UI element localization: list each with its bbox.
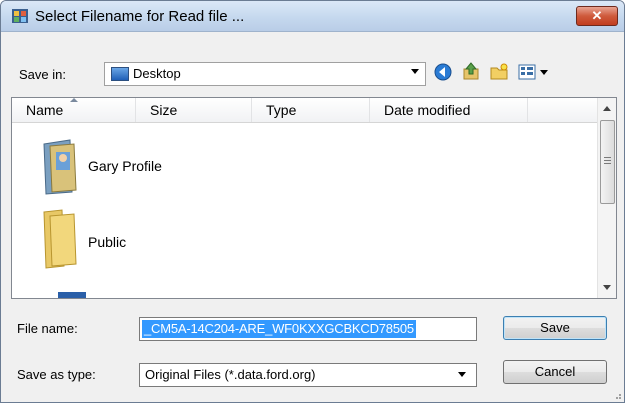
- title-bar[interactable]: Select Filename for Read file ... ✕: [1, 1, 624, 32]
- list-item-label: Gary Profile: [88, 158, 162, 174]
- resize-grip-icon[interactable]: [612, 390, 622, 400]
- column-type-label: Type: [266, 102, 297, 118]
- scroll-up-icon[interactable]: [603, 106, 611, 111]
- scroll-down-icon[interactable]: [603, 285, 611, 290]
- column-header: Name Size Type Date modified: [12, 98, 597, 123]
- save-as-type-dropdown[interactable]: Original Files (*.data.ford.org): [139, 363, 477, 387]
- column-type[interactable]: Type: [252, 98, 370, 122]
- column-size-label: Size: [150, 102, 178, 118]
- chevron-down-icon: [411, 69, 419, 74]
- desktop-icon: [111, 67, 129, 81]
- grip-line: [604, 160, 611, 161]
- grip-line: [604, 163, 611, 164]
- close-button[interactable]: ✕: [576, 6, 618, 26]
- column-date-modified-label: Date modified: [384, 102, 471, 118]
- dialog-window: Select Filename for Read file ... ✕ Save…: [0, 0, 625, 403]
- file-name-value: _CM5A-14C204-ARE_WF0KXXGCBKCD78505: [142, 320, 416, 338]
- column-size[interactable]: Size: [136, 98, 252, 122]
- save-button[interactable]: Save: [503, 316, 607, 340]
- sort-ascending-icon: [70, 98, 78, 102]
- save-in-label: Save in:: [19, 67, 66, 82]
- column-name-label: Name: [26, 102, 64, 118]
- vertical-scrollbar[interactable]: [597, 98, 616, 298]
- scrollbar-thumb[interactable]: [600, 120, 615, 204]
- folder-icon: [43, 209, 77, 269]
- file-name-input[interactable]: _CM5A-14C204-ARE_WF0KXXGCBKCD78505: [139, 317, 477, 341]
- cancel-button[interactable]: Cancel: [503, 360, 607, 384]
- new-folder-icon[interactable]: [489, 62, 509, 82]
- save-in-value: Desktop: [133, 66, 181, 81]
- grip-line: [604, 157, 611, 158]
- save-as-type-value: Original Files (*.data.ford.org): [145, 367, 316, 382]
- file-list[interactable]: Name Size Type Date modified Gary Profil…: [11, 97, 617, 299]
- view-menu-icon[interactable]: [517, 62, 551, 82]
- save-as-type-label: Save as type:: [17, 367, 96, 382]
- back-icon[interactable]: [433, 62, 453, 82]
- up-folder-icon[interactable]: [461, 62, 481, 82]
- partial-item-icon: [58, 292, 86, 298]
- file-name-label: File name:: [17, 321, 78, 336]
- close-icon: ✕: [591, 8, 603, 23]
- list-item[interactable]: Gary Profile: [12, 132, 597, 202]
- column-date-modified[interactable]: Date modified: [370, 98, 528, 122]
- save-in-dropdown[interactable]: Desktop: [104, 62, 426, 86]
- list-item-label: Public: [88, 234, 127, 250]
- chevron-down-icon: [458, 372, 466, 377]
- user-folder-icon: [43, 139, 77, 195]
- app-icon: [12, 9, 28, 23]
- column-name[interactable]: Name: [12, 98, 136, 122]
- list-item[interactable]: Public: [12, 208, 597, 278]
- dialog-title: Select Filename for Read file ...: [35, 8, 245, 25]
